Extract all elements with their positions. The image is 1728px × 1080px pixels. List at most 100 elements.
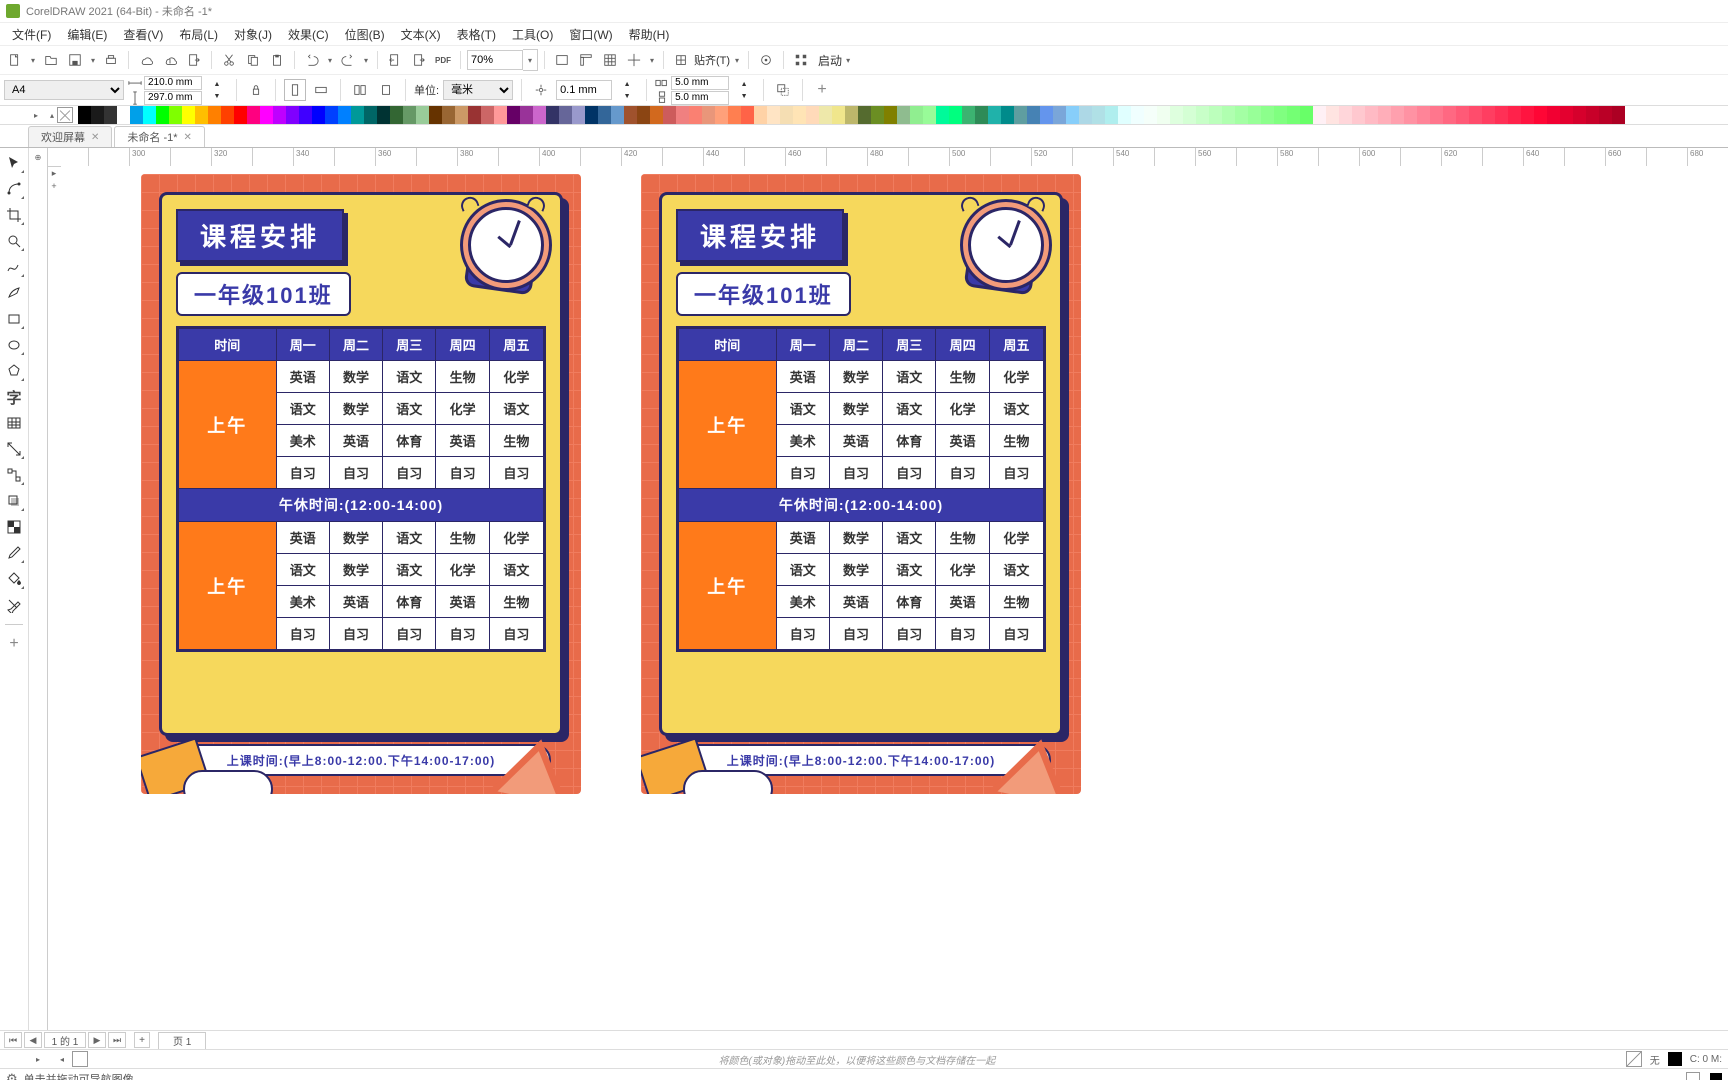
ruler-guide-gutter[interactable]: ▸ + bbox=[47, 166, 61, 1030]
color-swatch[interactable] bbox=[1170, 106, 1183, 124]
color-swatch[interactable] bbox=[1261, 106, 1274, 124]
color-swatch[interactable] bbox=[975, 106, 988, 124]
add-preset-button[interactable]: + bbox=[811, 79, 833, 101]
color-swatch[interactable] bbox=[442, 106, 455, 124]
color-swatch[interactable] bbox=[988, 106, 1001, 124]
color-swatch[interactable] bbox=[910, 106, 923, 124]
menu-file[interactable]: 文件(F) bbox=[4, 26, 59, 43]
color-swatch[interactable] bbox=[91, 106, 104, 124]
color-swatch[interactable] bbox=[312, 106, 325, 124]
color-swatch[interactable] bbox=[897, 106, 910, 124]
color-swatch[interactable] bbox=[1222, 106, 1235, 124]
schedule-poster[interactable]: 课程安排一年级101班时间周一周二周三周四周五上午英语数学语文生物化学语文数学语… bbox=[141, 174, 581, 794]
treat-as-filled-button[interactable] bbox=[772, 79, 794, 101]
color-swatch[interactable] bbox=[1001, 106, 1014, 124]
color-swatch[interactable] bbox=[1508, 106, 1521, 124]
color-swatch[interactable] bbox=[884, 106, 897, 124]
schedule-poster[interactable]: 课程安排一年级101班时间周一周二周三周四周五上午英语数学语文生物化学语文数学语… bbox=[641, 174, 1081, 794]
shape-tool[interactable] bbox=[3, 178, 25, 200]
nudge-spinner-up-icon[interactable]: ▲ bbox=[616, 78, 638, 90]
text-tool[interactable]: 字 bbox=[3, 386, 25, 408]
color-swatch[interactable] bbox=[611, 106, 624, 124]
zoom-input[interactable] bbox=[467, 50, 523, 70]
cloud-download-icon[interactable] bbox=[135, 49, 157, 71]
tab-welcome[interactable]: 欢迎屏幕✕ bbox=[28, 126, 112, 147]
chevron-down-icon[interactable]: ▾ bbox=[732, 49, 742, 71]
color-swatch[interactable] bbox=[533, 106, 546, 124]
color-swatch[interactable] bbox=[1183, 106, 1196, 124]
snap-label[interactable]: 贴齐(T) bbox=[694, 52, 730, 68]
color-swatch[interactable] bbox=[429, 106, 442, 124]
color-swatch[interactable] bbox=[1495, 106, 1508, 124]
status-fill-swatch[interactable] bbox=[1686, 1072, 1700, 1080]
color-swatch[interactable] bbox=[468, 106, 481, 124]
paste-button[interactable] bbox=[266, 49, 288, 71]
vertical-ruler[interactable] bbox=[29, 166, 48, 1030]
last-page-button[interactable]: ⏭ bbox=[108, 1032, 126, 1048]
next-page-button[interactable]: ▶ bbox=[88, 1032, 106, 1048]
close-icon[interactable]: ✕ bbox=[184, 132, 192, 143]
redo-dropdown-icon[interactable]: ▾ bbox=[361, 49, 371, 71]
pdf-button[interactable]: PDF bbox=[432, 49, 454, 71]
menu-view[interactable]: 查看(V) bbox=[115, 26, 171, 43]
color-swatch[interactable] bbox=[1586, 106, 1599, 124]
color-swatch[interactable] bbox=[1469, 106, 1482, 124]
save-dropdown-icon[interactable]: ▾ bbox=[88, 49, 98, 71]
zoom-combo[interactable]: ▾ bbox=[467, 50, 538, 70]
color-swatch[interactable] bbox=[728, 106, 741, 124]
color-swatch[interactable] bbox=[923, 106, 936, 124]
color-swatch[interactable] bbox=[1456, 106, 1469, 124]
color-swatch[interactable] bbox=[1066, 106, 1079, 124]
drop-shadow-tool[interactable] bbox=[3, 490, 25, 512]
color-swatch[interactable] bbox=[78, 106, 91, 124]
color-swatch[interactable] bbox=[390, 106, 403, 124]
horizontal-ruler[interactable]: 3003203403603804004204404604805005205405… bbox=[47, 148, 1728, 167]
color-swatch[interactable] bbox=[559, 106, 572, 124]
zoom-tool[interactable] bbox=[3, 230, 25, 252]
color-swatch[interactable] bbox=[156, 106, 169, 124]
color-swatch[interactable] bbox=[819, 106, 832, 124]
crop-tool[interactable] bbox=[3, 204, 25, 226]
color-swatch[interactable] bbox=[1144, 106, 1157, 124]
page-height-input[interactable] bbox=[144, 91, 202, 105]
color-swatch[interactable] bbox=[455, 106, 468, 124]
color-swatch[interactable] bbox=[273, 106, 286, 124]
menu-edit[interactable]: 编辑(E) bbox=[59, 26, 115, 43]
color-swatch[interactable] bbox=[143, 106, 156, 124]
color-swatch[interactable] bbox=[962, 106, 975, 124]
color-swatch[interactable] bbox=[806, 106, 819, 124]
menu-window[interactable]: 窗口(W) bbox=[561, 26, 620, 43]
save-button[interactable] bbox=[64, 49, 86, 71]
color-swatch[interactable] bbox=[1612, 106, 1625, 124]
color-swatch[interactable] bbox=[195, 106, 208, 124]
connector-tool[interactable] bbox=[3, 464, 25, 486]
landscape-button[interactable] bbox=[310, 79, 332, 101]
page-counter[interactable]: 1 的 1 bbox=[44, 1032, 86, 1048]
cut-button[interactable] bbox=[218, 49, 240, 71]
color-swatch[interactable] bbox=[1378, 106, 1391, 124]
menu-effects[interactable]: 效果(C) bbox=[280, 26, 337, 43]
color-swatch[interactable] bbox=[130, 106, 143, 124]
color-swatch[interactable] bbox=[403, 106, 416, 124]
portrait-button[interactable] bbox=[284, 79, 306, 101]
eyedropper-tool[interactable] bbox=[3, 542, 25, 564]
color-swatch[interactable] bbox=[663, 106, 676, 124]
color-swatch[interactable] bbox=[936, 106, 949, 124]
color-swatch[interactable] bbox=[871, 106, 884, 124]
new-button[interactable] bbox=[4, 49, 26, 71]
color-swatch[interactable] bbox=[286, 106, 299, 124]
color-swatch[interactable] bbox=[221, 106, 234, 124]
color-swatch[interactable] bbox=[247, 106, 260, 124]
drawing-canvas[interactable]: 课程安排一年级101班时间周一周二周三周四周五上午英语数学语文生物化学语文数学语… bbox=[61, 166, 1728, 1030]
color-swatch[interactable] bbox=[1391, 106, 1404, 124]
color-swatch[interactable] bbox=[676, 106, 689, 124]
table-tool[interactable] bbox=[3, 412, 25, 434]
dim-spinner-up-icon[interactable]: ▲ bbox=[206, 78, 228, 90]
color-swatch[interactable] bbox=[1105, 106, 1118, 124]
color-swatch[interactable] bbox=[598, 106, 611, 124]
ellipse-tool[interactable] bbox=[3, 334, 25, 356]
color-swatch[interactable] bbox=[1430, 106, 1443, 124]
dimension-tool[interactable] bbox=[3, 438, 25, 460]
color-swatch[interactable] bbox=[1599, 106, 1612, 124]
color-swatch[interactable] bbox=[1092, 106, 1105, 124]
